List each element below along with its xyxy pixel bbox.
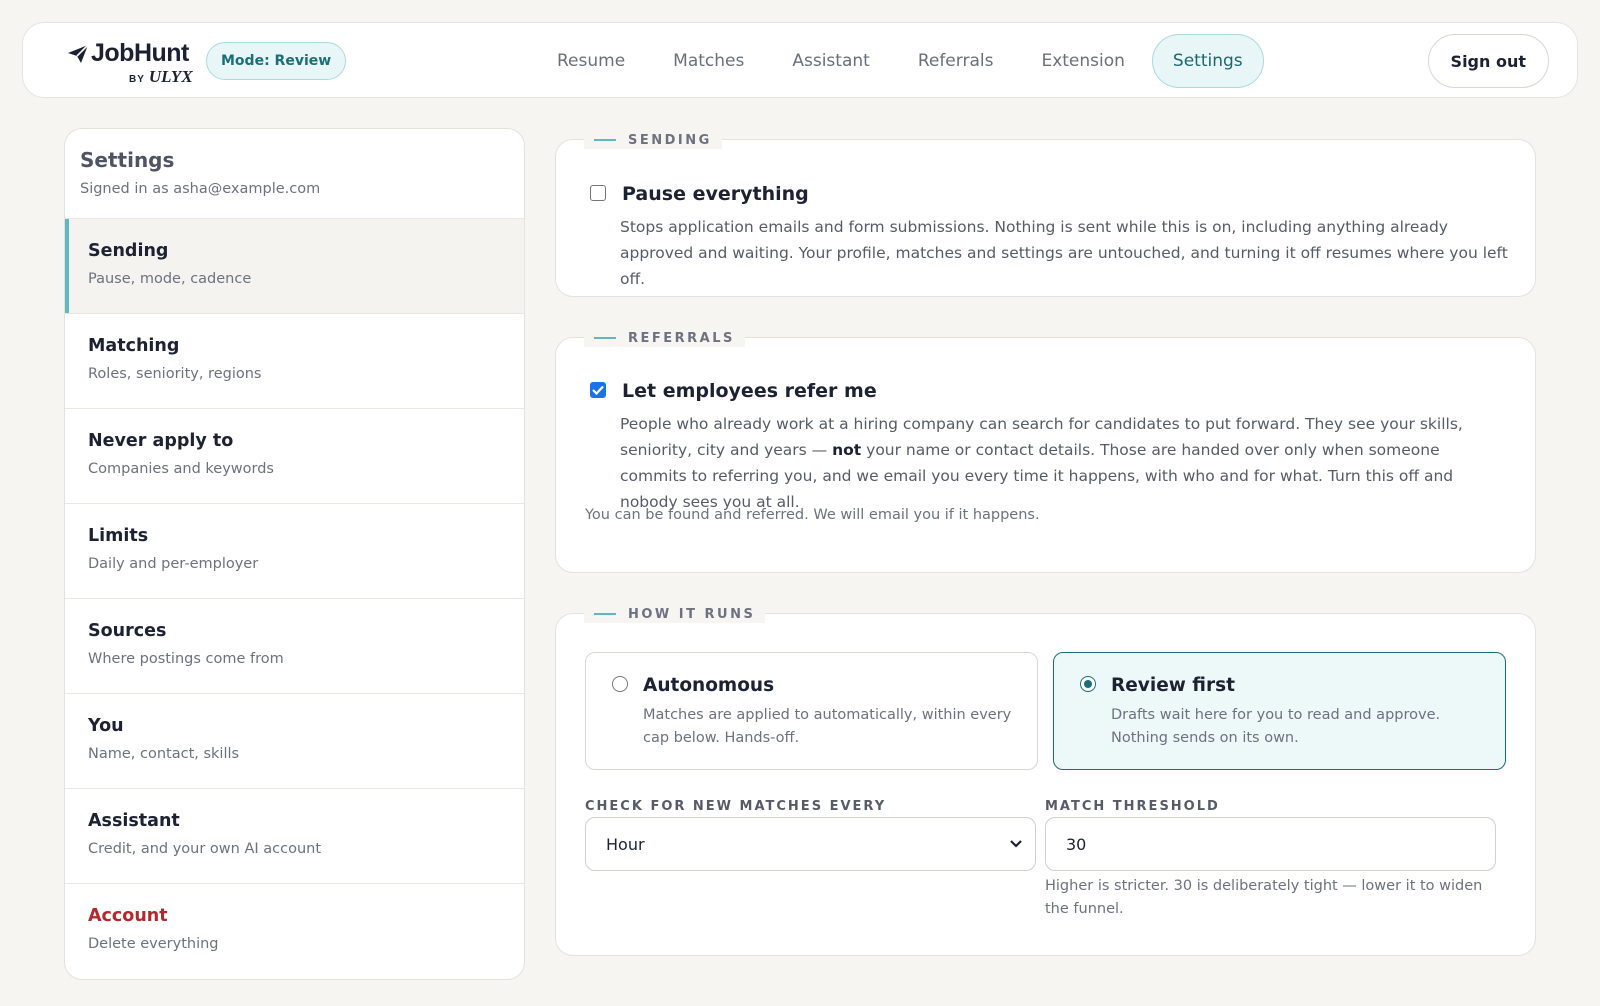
section-legend: HOW IT RUNS bbox=[584, 605, 766, 623]
sidebar-item-label: Account bbox=[88, 906, 168, 926]
main-nav: Resume Matches Assistant Referrals Exten… bbox=[536, 34, 1270, 88]
autonomous-radio[interactable] bbox=[612, 676, 628, 692]
frequency-select[interactable]: Hour bbox=[585, 817, 1036, 871]
sidebar-item-assistant[interactable]: Assistant Credit, and your own AI accoun… bbox=[65, 789, 524, 884]
sidebar-item-desc: Pause, mode, cadence bbox=[88, 271, 252, 287]
paper-plane-icon bbox=[68, 43, 89, 63]
sidebar-title: Settings bbox=[80, 148, 175, 172]
refer-me-checkbox[interactable] bbox=[590, 382, 606, 398]
sidebar-item-label: Sending bbox=[88, 241, 169, 261]
tab-matches[interactable]: Matches bbox=[652, 34, 765, 88]
legend-text: REFERRALS bbox=[628, 330, 735, 346]
checkmark-icon bbox=[592, 385, 604, 395]
sidebar-item-desc: Name, contact, skills bbox=[88, 746, 240, 762]
option-desc: Matches are applied to automatically, wi… bbox=[643, 707, 1012, 746]
sidebar-item-label: Assistant bbox=[88, 811, 180, 831]
frequency-label: CHECK FOR NEW MATCHES EVERY bbox=[585, 799, 887, 814]
tab-assistant[interactable]: Assistant bbox=[771, 34, 890, 88]
sidebar-item-label: Matching bbox=[88, 336, 180, 356]
mode-option-review-first[interactable]: Review first Drafts wait here for you to… bbox=[1053, 652, 1506, 770]
tab-referrals[interactable]: Referrals bbox=[897, 34, 1015, 88]
logo-brand: ULYX bbox=[148, 67, 193, 86]
how-it-runs-section: HOW IT RUNS Autonomous Matches are appli… bbox=[555, 605, 1536, 956]
sidebar-item-never-apply-to[interactable]: Never apply to Companies and keywords bbox=[65, 409, 524, 504]
review-first-radio[interactable] bbox=[1080, 676, 1096, 692]
section-legend: SENDING bbox=[584, 131, 722, 149]
sidebar-item-desc: Delete everything bbox=[88, 936, 219, 952]
sidebar-item-label: Sources bbox=[88, 621, 167, 641]
option-desc: Drafts wait here for you to read and app… bbox=[1111, 707, 1441, 746]
sidebar-item-matching[interactable]: Matching Roles, seniority, regions bbox=[65, 314, 524, 409]
sidebar-item-desc: Companies and keywords bbox=[88, 461, 274, 477]
sidebar-item-desc: Daily and per-employer bbox=[88, 556, 259, 572]
referrals-status-note: You can be found and referred. We will e… bbox=[585, 507, 1040, 523]
referrals-description: People who already work at a hiring comp… bbox=[620, 411, 1510, 515]
pause-everything-label[interactable]: Pause everything bbox=[622, 183, 809, 205]
sign-out-button[interactable]: Sign out bbox=[1427, 34, 1549, 88]
legend-text: SENDING bbox=[628, 132, 712, 148]
pause-everything-row: Pause everything bbox=[590, 183, 809, 205]
legend-dash bbox=[594, 613, 616, 615]
chevron-down-icon bbox=[1010, 840, 1022, 848]
threshold-input[interactable]: 30 bbox=[1045, 817, 1496, 871]
threshold-hint: Higher is stricter. 30 is deliberately t… bbox=[1045, 878, 1483, 917]
legend-dash bbox=[594, 337, 616, 339]
sidebar-item-sending[interactable]: Sending Pause, mode, cadence bbox=[65, 219, 524, 314]
threshold-label: MATCH THRESHOLD bbox=[1045, 799, 1220, 814]
refer-me-label[interactable]: Let employees refer me bbox=[622, 380, 877, 402]
signed-in-as: Signed in as asha@example.com bbox=[80, 181, 321, 197]
top-navigation-bar: JobHunt BY ULYX Mode: Review Resume Matc… bbox=[22, 22, 1578, 98]
pause-description: Stops application emails and form submis… bbox=[620, 218, 1508, 288]
option-title: Autonomous bbox=[643, 675, 775, 696]
sidebar-item-desc: Credit, and your own AI account bbox=[88, 841, 322, 857]
option-title: Review first bbox=[1111, 675, 1235, 696]
threshold-value: 30 bbox=[1066, 834, 1087, 854]
legend-dash bbox=[594, 139, 616, 141]
jobhunt-logo[interactable]: JobHunt BY ULYX bbox=[67, 39, 197, 89]
sidebar-header: Settings Signed in as asha@example.com bbox=[65, 129, 524, 219]
sidebar-item-label: Never apply to bbox=[88, 431, 234, 451]
sidebar-item-label: Limits bbox=[88, 526, 149, 546]
referrals-section: REFERRALS Let employees refer me People … bbox=[555, 329, 1536, 573]
refer-me-row: Let employees refer me bbox=[590, 380, 877, 402]
pause-everything-checkbox[interactable] bbox=[590, 185, 606, 201]
mode-option-autonomous[interactable]: Autonomous Matches are applied to automa… bbox=[585, 652, 1038, 770]
sidebar-item-label: You bbox=[88, 716, 124, 736]
sidebar-item-desc: Roles, seniority, regions bbox=[88, 366, 262, 382]
tab-settings[interactable]: Settings bbox=[1151, 34, 1264, 88]
sidebar-item-you[interactable]: You Name, contact, skills bbox=[65, 694, 524, 789]
frequency-value: Hour bbox=[606, 834, 645, 854]
sidebar-item-limits[interactable]: Limits Daily and per-employer bbox=[65, 504, 524, 599]
tab-resume[interactable]: Resume bbox=[536, 34, 646, 88]
mode-badge: Mode: Review bbox=[206, 42, 347, 80]
sidebar-item-account[interactable]: Account Delete everything bbox=[65, 884, 524, 979]
legend-text: HOW IT RUNS bbox=[628, 606, 756, 622]
logo-by: BY bbox=[129, 74, 145, 85]
sending-section: SENDING Pause everything Stops applicati… bbox=[555, 131, 1536, 297]
settings-sidebar: Settings Signed in as asha@example.com S… bbox=[64, 128, 525, 980]
referrals-desc-emphasis: not bbox=[832, 441, 862, 459]
sidebar-item-desc: Where postings come from bbox=[88, 651, 284, 667]
sidebar-item-sources[interactable]: Sources Where postings come from bbox=[65, 599, 524, 694]
tab-extension[interactable]: Extension bbox=[1020, 34, 1145, 88]
section-legend: REFERRALS bbox=[584, 329, 745, 347]
logo-text: JobHunt bbox=[91, 39, 189, 67]
